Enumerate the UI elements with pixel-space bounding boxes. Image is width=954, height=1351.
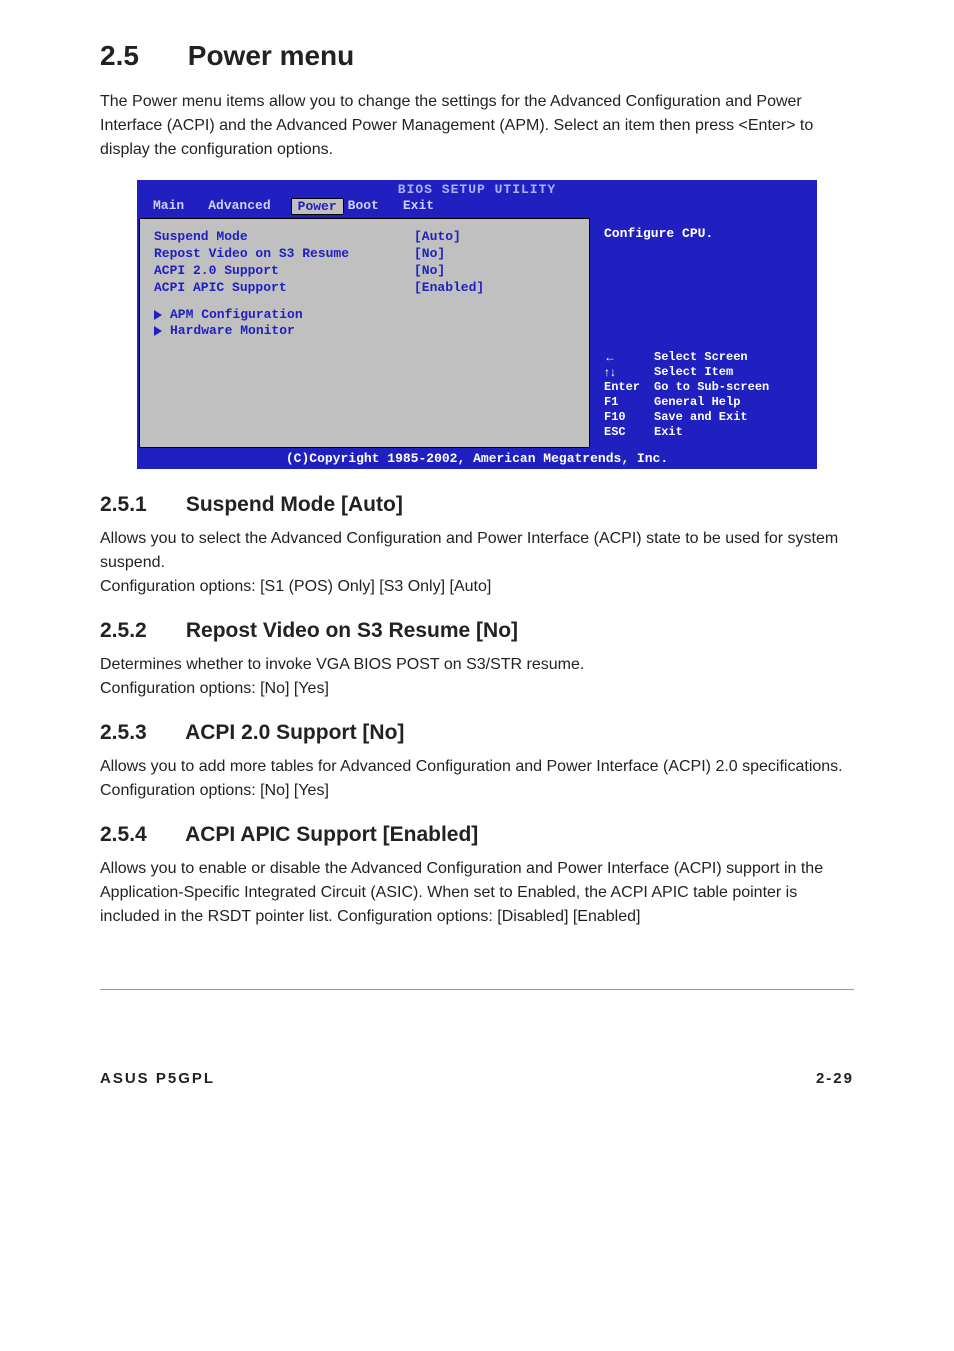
subsection-heading: Suspend Mode [Auto] <box>186 493 403 516</box>
subsection-number: 2.5.3 <box>100 721 180 745</box>
page-footer: ASUS P5GPL 2-29 <box>100 1070 854 1087</box>
subsection-title: 2.5.3 ACPI 2.0 Support [No] <box>100 721 854 745</box>
subsection-number: 2.5.4 <box>100 823 180 847</box>
bios-submenu-item: APM Configuration <box>154 307 575 322</box>
bios-title: BIOS SETUP UTILITY <box>137 180 817 198</box>
bios-row: Repost Video on S3 Resume [No] <box>154 246 575 261</box>
bios-tab-exit: Exit <box>399 198 454 213</box>
bios-tab-bar: Main Advanced Power Boot Exit <box>137 198 817 218</box>
bios-row-label: Suspend Mode <box>154 229 414 244</box>
section-number: 2.5 <box>100 40 180 72</box>
arrow-left-icon: ← <box>604 350 654 364</box>
triangle-right-icon <box>154 310 162 320</box>
bios-key-row: F10 Save and Exit <box>604 410 807 424</box>
subsection-body: Allows you to add more tables for Advanc… <box>100 755 854 803</box>
footer-right: 2-29 <box>816 1070 854 1087</box>
subsection-title: 2.5.1 Suspend Mode [Auto] <box>100 493 854 517</box>
bios-row-value: [No] <box>414 246 445 261</box>
bios-submenu-label: APM Configuration <box>170 307 303 322</box>
bios-key-row: ESC Exit <box>604 425 807 439</box>
bios-key-label: Enter <box>604 380 654 394</box>
bios-body: Suspend Mode [Auto] Repost Video on S3 R… <box>137 218 817 450</box>
section-heading: Power menu <box>188 40 354 71</box>
bios-key-desc: Exit <box>654 425 683 439</box>
bios-key-row: ↑↓ Select Item <box>604 365 807 379</box>
bios-tab-boot: Boot <box>344 198 399 213</box>
body-line: Allows you to select the Advanced Config… <box>100 530 838 571</box>
bios-row: ACPI 2.0 Support [No] <box>154 263 575 278</box>
bios-row-label: ACPI APIC Support <box>154 280 414 295</box>
bios-key-desc: Save and Exit <box>654 410 748 424</box>
subsection-heading: Repost Video on S3 Resume [No] <box>186 619 518 642</box>
bios-copyright: (C)Copyright 1985-2002, American Megatre… <box>137 450 817 469</box>
body-line: Configuration options: [No] [Yes] <box>100 680 329 697</box>
subsection-title: 2.5.2 Repost Video on S3 Resume [No] <box>100 619 854 643</box>
bios-tab-main: Main <box>149 198 204 213</box>
arrow-updown-icon: ↑↓ <box>604 365 654 379</box>
bios-key-label: F1 <box>604 395 654 409</box>
bios-screenshot: BIOS SETUP UTILITY Main Advanced Power B… <box>137 180 817 469</box>
bios-tab-advanced: Advanced <box>204 198 290 213</box>
bios-row-value: [Enabled] <box>414 280 484 295</box>
bios-row-label: ACPI 2.0 Support <box>154 263 414 278</box>
bios-row-value: [No] <box>414 263 445 278</box>
bios-key-row: Enter Go to Sub-screen <box>604 380 807 394</box>
subsection-title: 2.5.4 ACPI APIC Support [Enabled] <box>100 823 854 847</box>
subsection-body: Determines whether to invoke VGA BIOS PO… <box>100 653 854 701</box>
bios-side-panel: Configure CPU. ← Select Screen ↑↓ Select… <box>590 218 815 448</box>
subsection-number: 2.5.2 <box>100 619 180 643</box>
bios-key-row: F1 General Help <box>604 395 807 409</box>
bios-row: ACPI APIC Support [Enabled] <box>154 280 575 295</box>
bios-submenu-item: Hardware Monitor <box>154 323 575 338</box>
subsection-number: 2.5.1 <box>100 493 180 517</box>
body-line: Configuration options: [S1 (POS) Only] [… <box>100 578 491 595</box>
intro-paragraph: The Power menu items allow you to change… <box>100 90 854 162</box>
bios-main-panel: Suspend Mode [Auto] Repost Video on S3 R… <box>139 218 590 448</box>
bios-row-label: Repost Video on S3 Resume <box>154 246 414 261</box>
bios-submenu-group: APM Configuration Hardware Monitor <box>154 307 575 338</box>
subsection-body: Allows you to select the Advanced Config… <box>100 527 854 599</box>
bios-key-row: ← Select Screen <box>604 350 807 364</box>
bios-key-label: ESC <box>604 425 654 439</box>
triangle-right-icon <box>154 326 162 336</box>
subsection-heading: ACPI 2.0 Support [No] <box>185 721 404 744</box>
bios-key-label: F10 <box>604 410 654 424</box>
bios-key-desc: Select Item <box>654 365 733 379</box>
bios-hint: Configure CPU. <box>604 226 807 241</box>
bios-tab-power: Power <box>291 198 344 215</box>
section-title: 2.5 Power menu <box>100 40 854 72</box>
bios-row-value: [Auto] <box>414 229 461 244</box>
bios-key-desc: Go to Sub-screen <box>654 380 769 394</box>
bios-key-desc: Select Screen <box>654 350 748 364</box>
footer-divider <box>100 989 854 990</box>
bios-submenu-label: Hardware Monitor <box>170 323 295 338</box>
subsection-heading: ACPI APIC Support [Enabled] <box>185 823 478 846</box>
footer-left: ASUS P5GPL <box>100 1070 215 1087</box>
body-line: Determines whether to invoke VGA BIOS PO… <box>100 656 584 673</box>
bios-key-legend: ← Select Screen ↑↓ Select Item Enter Go … <box>604 350 807 440</box>
subsection-body: Allows you to enable or disable the Adva… <box>100 857 854 929</box>
bios-key-desc: General Help <box>654 395 740 409</box>
bios-row: Suspend Mode [Auto] <box>154 229 575 244</box>
